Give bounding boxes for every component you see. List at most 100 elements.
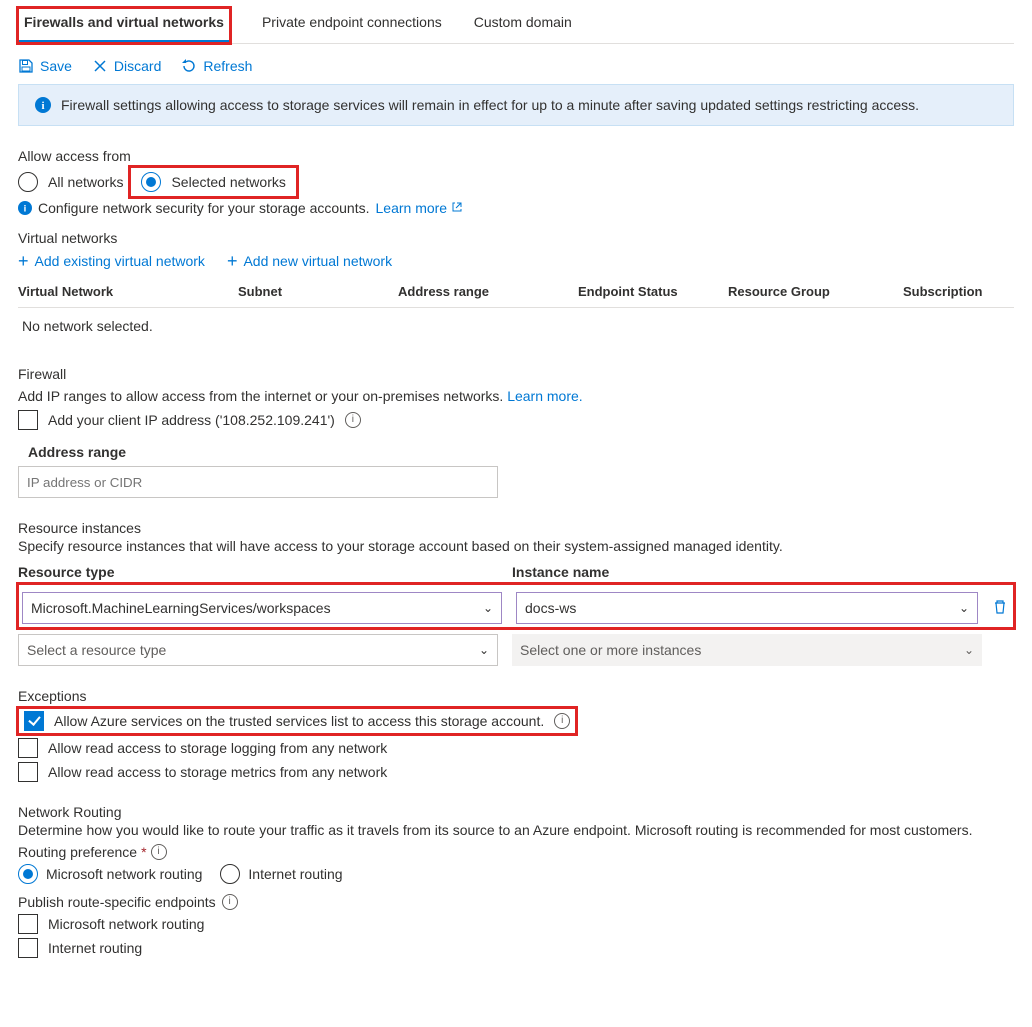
address-range-label: Address range (18, 444, 1014, 460)
col-virtual-network: Virtual Network (18, 284, 238, 299)
add-new-vnet-label: Add new virtual network (243, 253, 392, 269)
col-instance-name: Instance name (512, 564, 1014, 580)
instance-name-value: docs-ws (525, 600, 576, 616)
col-resource-group: Resource Group (728, 284, 903, 299)
col-endpoint-status: Endpoint Status (578, 284, 728, 299)
exception-metrics-checkbox[interactable] (18, 762, 38, 782)
publish-internet-routing-checkbox[interactable] (18, 938, 38, 958)
vnets-section: Virtual networks + Add existing virtual … (18, 230, 1014, 344)
resource-instances-desc: Specify resource instances that will hav… (18, 538, 1014, 554)
delete-instance-button[interactable] (992, 599, 1010, 618)
firewall-learn-more-link[interactable]: Learn more. (507, 388, 582, 404)
add-existing-vnet-label: Add existing virtual network (35, 253, 205, 269)
exceptions-section: Exceptions Allow Azure services on the t… (18, 688, 1014, 782)
col-subnet: Subnet (238, 284, 398, 299)
address-range-input[interactable] (18, 466, 498, 498)
refresh-button[interactable]: Refresh (181, 58, 252, 74)
tab-private-endpoints[interactable]: Private endpoint connections (262, 8, 442, 43)
radio-internet-routing[interactable] (220, 864, 240, 884)
save-button[interactable]: Save (18, 58, 72, 74)
required-asterisk: * (141, 844, 146, 860)
chevron-down-icon: ⌄ (959, 601, 969, 615)
add-client-ip-checkbox[interactable] (18, 410, 38, 430)
network-routing-section: Network Routing Determine how you would … (18, 804, 1014, 958)
instance-name-select[interactable]: docs-ws ⌄ (516, 592, 978, 624)
chevron-down-icon: ⌄ (483, 601, 493, 615)
network-routing-title: Network Routing (18, 804, 1014, 820)
refresh-label: Refresh (203, 58, 252, 74)
plus-icon: + (227, 252, 238, 270)
info-icon: i (18, 201, 32, 215)
info-banner: i Firewall settings allowing access to s… (18, 84, 1014, 126)
tab-firewalls[interactable]: Firewalls and virtual networks (18, 8, 230, 43)
tab-custom-domain[interactable]: Custom domain (474, 8, 572, 43)
resource-instances-title: Resource instances (18, 520, 1014, 536)
exception-trusted-services-checkbox[interactable] (24, 711, 44, 731)
plus-icon: + (18, 252, 29, 270)
exceptions-title: Exceptions (18, 688, 1014, 704)
exception-logging-checkbox[interactable] (18, 738, 38, 758)
resource-type-placeholder: Select a resource type (27, 642, 166, 658)
publish-ms-routing-checkbox[interactable] (18, 914, 38, 934)
toolbar: Save Discard Refresh (18, 44, 1014, 84)
col-subscription: Subscription (903, 284, 1014, 299)
allow-access-title: Allow access from (18, 148, 1014, 164)
radio-internet-routing-label: Internet routing (248, 866, 342, 882)
tabs-bar: Firewalls and virtual networks Private e… (18, 0, 1014, 44)
resource-type-value: Microsoft.MachineLearningServices/worksp… (31, 600, 331, 616)
radio-all-networks[interactable] (18, 172, 38, 192)
routing-pref-label: Routing preference (18, 844, 137, 860)
allow-access-section: Allow access from All networks Selected … (18, 148, 1014, 216)
add-new-vnet-button[interactable]: + Add new virtual network (227, 252, 392, 270)
resource-instance-row-highlight: Microsoft.MachineLearningServices/worksp… (18, 584, 1014, 628)
exception-logging-label: Allow read access to storage logging fro… (48, 740, 387, 756)
network-routing-desc: Determine how you would like to route yo… (18, 822, 1014, 838)
exception-trusted-services-label: Allow Azure services on the trusted serv… (54, 713, 544, 729)
vnet-table-header: Virtual Network Subnet Address range End… (18, 276, 1014, 308)
radio-all-networks-label: All networks (48, 174, 123, 190)
chevron-down-icon: ⌄ (964, 643, 974, 657)
info-icon[interactable]: i (345, 412, 361, 428)
col-address-range: Address range (398, 284, 578, 299)
chevron-down-icon: ⌄ (479, 643, 489, 657)
info-icon[interactable]: i (554, 713, 570, 729)
add-existing-vnet-button[interactable]: + Add existing virtual network (18, 252, 205, 270)
radio-ms-routing[interactable] (18, 864, 38, 884)
radio-ms-routing-label: Microsoft network routing (46, 866, 202, 882)
info-icon[interactable]: i (222, 894, 238, 910)
radio-selected-networks[interactable] (141, 172, 161, 192)
svg-text:i: i (41, 100, 44, 112)
vnets-title: Virtual networks (18, 230, 1014, 246)
instance-name-placeholder: Select one or more instances (520, 642, 701, 658)
learn-more-link[interactable]: Learn more (376, 200, 463, 216)
add-client-ip-label: Add your client IP address ('108.252.109… (48, 412, 335, 428)
trash-icon (992, 599, 1008, 615)
col-resource-type: Resource type (18, 564, 498, 580)
refresh-icon (181, 58, 197, 74)
firewall-section: Firewall Add IP ranges to allow access f… (18, 366, 1014, 498)
external-link-icon (451, 200, 463, 216)
save-icon (18, 58, 34, 74)
resource-type-placeholder-select[interactable]: Select a resource type ⌄ (18, 634, 498, 666)
resource-instances-section: Resource instances Specify resource inst… (18, 520, 1014, 666)
instance-name-placeholder-select: Select one or more instances ⌄ (512, 634, 982, 666)
configure-security-text: Configure network security for your stor… (38, 200, 370, 216)
firewall-desc: Add IP ranges to allow access from the i… (18, 388, 503, 404)
publish-internet-routing-label: Internet routing (48, 940, 142, 956)
learn-more-label: Learn more (376, 200, 448, 216)
discard-label: Discard (114, 58, 161, 74)
info-icon: i (35, 97, 51, 113)
exception-metrics-label: Allow read access to storage metrics fro… (48, 764, 387, 780)
discard-button[interactable]: Discard (92, 58, 161, 74)
save-label: Save (40, 58, 72, 74)
firewall-title: Firewall (18, 366, 1014, 382)
publish-endpoints-label: Publish route-specific endpoints (18, 894, 216, 910)
x-icon (92, 58, 108, 74)
info-banner-text: Firewall settings allowing access to sto… (61, 97, 919, 113)
publish-ms-routing-label: Microsoft network routing (48, 916, 204, 932)
svg-text:i: i (24, 204, 27, 215)
info-icon[interactable]: i (151, 844, 167, 860)
vnet-empty-text: No network selected. (18, 308, 1014, 344)
radio-selected-networks-label: Selected networks (171, 174, 285, 190)
resource-type-select[interactable]: Microsoft.MachineLearningServices/worksp… (22, 592, 502, 624)
